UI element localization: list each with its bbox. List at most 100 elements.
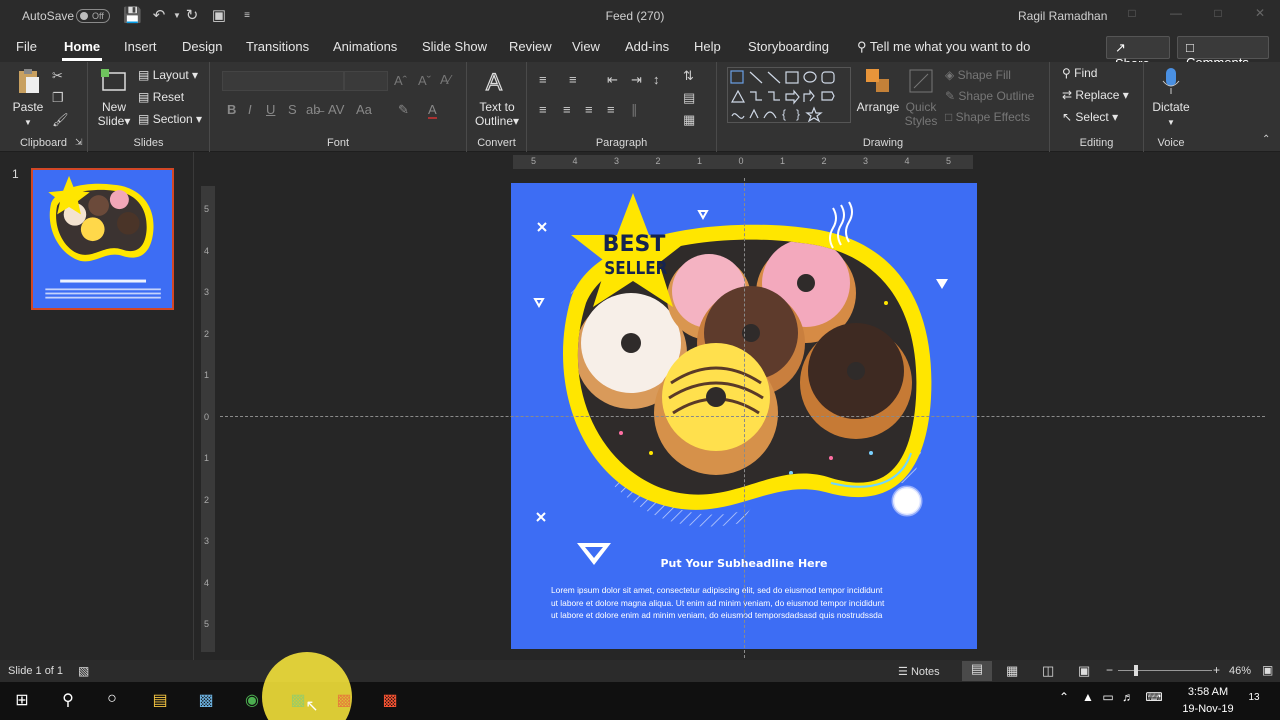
tab-animations[interactable]: Animations — [333, 39, 397, 54]
share-button[interactable]: ↗ Share — [1106, 36, 1170, 71]
bullets-icon[interactable]: ≡ — [539, 72, 547, 87]
close-icon[interactable]: ✕ — [1248, 6, 1272, 26]
windows-start-icon[interactable]: ⊞ — [10, 690, 34, 712]
search-icon[interactable]: ⚲ — [56, 690, 80, 712]
collapse-ribbon-icon[interactable]: ⌃ — [1262, 134, 1270, 145]
change-case-button[interactable]: Aa — [356, 102, 372, 117]
tab-insert[interactable]: Insert — [124, 39, 157, 54]
normal-view-icon[interactable]: ▤ — [962, 661, 992, 681]
horizontal-guide[interactable] — [220, 416, 1265, 417]
file-explorer-icon[interactable]: ▤ — [148, 690, 172, 712]
smartart-icon[interactable]: ▦ — [683, 112, 695, 128]
format-painter-icon[interactable]: 🖌 — [52, 112, 69, 128]
shadow-button[interactable]: S — [288, 102, 297, 117]
zoom-slider[interactable] — [1118, 670, 1212, 671]
dictate-button[interactable]: Dictate ▼ — [1148, 66, 1194, 130]
layout-button[interactable]: ▤ Layout ▾ — [138, 68, 198, 82]
minimize-icon[interactable]: — — [1164, 6, 1188, 26]
shrink-font-icon[interactable]: Aˇ — [418, 73, 431, 88]
vertical-guide[interactable] — [744, 178, 745, 658]
paste-button[interactable]: Paste ▼ — [8, 66, 48, 130]
align-left-icon[interactable]: ≡ — [539, 102, 547, 117]
slide-thumbnail[interactable] — [31, 168, 174, 310]
strikethrough-icon[interactable]: ab̶ — [306, 102, 320, 117]
ribbon-display-icon[interactable]: □ — [1120, 6, 1144, 26]
fit-slide-icon[interactable]: ▣ — [1262, 663, 1273, 677]
notepad-icon[interactable]: ▩ — [194, 690, 218, 712]
camtasia-icon[interactable]: ▩ — [378, 690, 402, 712]
underline-button[interactable]: U — [266, 102, 275, 117]
shape-fill-button[interactable]: ◈ Shape Fill — [945, 68, 1011, 82]
font-name-box[interactable] — [222, 71, 344, 91]
user-name[interactable]: Ragil Ramadhan — [1018, 9, 1107, 23]
copy-icon[interactable]: ❐ — [52, 90, 64, 106]
tab-view[interactable]: View — [572, 39, 600, 54]
text-direction-icon[interactable]: ⇅ — [683, 68, 694, 84]
shapes-gallery[interactable]: {} — [727, 67, 851, 123]
reset-button[interactable]: ▤ Reset — [138, 90, 184, 104]
highlight-icon[interactable]: ✎ — [398, 102, 409, 118]
tab-review[interactable]: Review — [509, 39, 552, 54]
undo-icon[interactable]: ↶ — [150, 7, 168, 25]
quick-styles-button[interactable]: Quick Styles — [901, 66, 941, 128]
grow-font-icon[interactable]: Aˆ — [394, 73, 407, 88]
tab-add-ins[interactable]: Add-ins — [625, 39, 669, 54]
section-button[interactable]: ▤ Section ▾ — [138, 112, 202, 126]
replace-button[interactable]: ⇄ Replace ▾ — [1062, 88, 1129, 102]
text-to-outline-button[interactable]: A Text to Outline▾ — [471, 66, 523, 128]
clear-formatting-icon[interactable]: A∕ — [440, 72, 451, 87]
chrome-icon[interactable]: ◉ — [240, 690, 264, 712]
find-button[interactable]: ⚲ Find — [1062, 66, 1097, 80]
tab-design[interactable]: Design — [182, 39, 222, 54]
tab-home[interactable]: Home — [61, 39, 103, 61]
char-spacing-icon[interactable]: AV — [328, 102, 344, 117]
volume-icon[interactable]: ♬ — [1116, 690, 1140, 712]
arrange-button[interactable]: Arrange — [855, 66, 901, 114]
align-right-icon[interactable]: ≡ — [585, 102, 593, 117]
italic-button[interactable]: I — [248, 102, 252, 117]
bold-button[interactable]: B — [227, 102, 236, 117]
tell-me-search[interactable]: ⚲ Tell me what you want to do — [857, 39, 1030, 55]
tab-file[interactable]: File — [16, 39, 37, 54]
tab-storyboarding[interactable]: Storyboarding — [748, 39, 829, 54]
reading-view-icon[interactable]: ◫ — [1042, 663, 1054, 679]
horizontal-ruler[interactable]: 5 4 3 2 1 0 1 2 3 4 5 — [513, 155, 973, 169]
comments-button[interactable]: □ Comments — [1177, 36, 1269, 70]
tray-overflow-icon[interactable]: ⌃ — [1052, 690, 1076, 712]
align-center-icon[interactable]: ≡ — [563, 102, 571, 117]
zoom-in-icon[interactable]: + — [1213, 663, 1220, 677]
shape-outline-button[interactable]: ✎ Shape Outline — [945, 89, 1034, 103]
align-text-icon[interactable]: ▤ — [683, 90, 695, 106]
slideshow-icon[interactable]: ▣ — [1078, 663, 1090, 679]
customize-qat-icon[interactable]: ≡ — [238, 7, 256, 25]
line-spacing-icon[interactable]: ↕ — [653, 72, 660, 87]
select-button[interactable]: ↖ Select ▾ — [1062, 110, 1118, 124]
tab-transitions[interactable]: Transitions — [246, 39, 309, 54]
redo-icon[interactable]: ↻ — [183, 7, 201, 25]
numbering-icon[interactable]: ≡ — [569, 72, 577, 87]
clock-time[interactable]: 3:58 AM — [1178, 686, 1238, 698]
zoom-out-icon[interactable]: − — [1106, 663, 1113, 677]
notification-center-icon[interactable]: 13 — [1244, 692, 1264, 710]
columns-icon[interactable]: ∥ — [631, 102, 638, 118]
slide-sorter-icon[interactable]: ▦ — [1006, 663, 1018, 679]
increase-indent-icon[interactable]: ⇥ — [631, 72, 642, 88]
cortana-icon[interactable]: ○ — [100, 690, 124, 712]
zoom-slider-thumb[interactable] — [1134, 665, 1138, 676]
font-color-icon[interactable]: A — [428, 102, 437, 119]
body-text[interactable]: Lorem ipsum dolor sit amet, consectetur … — [551, 584, 941, 622]
tab-help[interactable]: Help — [694, 39, 721, 54]
accessibility-icon[interactable]: ▧ — [78, 664, 89, 678]
shape-effects-button[interactable]: □ Shape Effects — [945, 110, 1030, 124]
zoom-level[interactable]: 46% — [1229, 665, 1251, 677]
clock-date[interactable]: 19-Nov-19 — [1172, 703, 1244, 715]
font-size-box[interactable] — [344, 71, 388, 91]
justify-icon[interactable]: ≡ — [607, 102, 615, 117]
new-slide-button[interactable]: New Slide▾ — [96, 66, 132, 128]
vertical-ruler[interactable]: 5 4 3 2 1 0 1 2 3 4 5 — [201, 186, 215, 652]
maximize-icon[interactable]: □ — [1206, 6, 1230, 26]
cut-icon[interactable]: ✂ — [52, 68, 63, 84]
tab-slide-show[interactable]: Slide Show — [422, 39, 487, 54]
powerpoint-icon[interactable]: ▩ — [332, 690, 356, 712]
dialog-launcher-icon[interactable]: ⇲ — [75, 137, 83, 148]
